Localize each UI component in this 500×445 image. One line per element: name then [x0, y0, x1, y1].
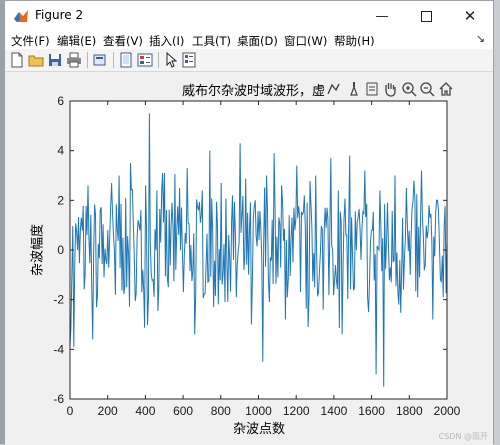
- x-tick-label: 1200: [283, 404, 310, 418]
- x-tick-label: 1400: [321, 404, 348, 418]
- x-tick-label: 200: [98, 404, 118, 418]
- y-axis-label: 杂波幅度: [30, 223, 46, 277]
- x-tick-label: 1000: [245, 404, 272, 418]
- y-tick-label: 0: [57, 243, 64, 257]
- x-axis-label: 杂波点数: [232, 422, 286, 437]
- x-tick-label: 1600: [358, 404, 385, 418]
- y-tick-label: -6: [53, 392, 64, 406]
- watermark: CSDN @雨开: [438, 432, 488, 441]
- x-tick-label: 800: [211, 404, 231, 418]
- y-tick-label: 2: [57, 193, 64, 207]
- x-tick-label: 600: [173, 404, 193, 418]
- y-tick-label: 6: [57, 94, 64, 108]
- y-tick-label: 4: [57, 144, 64, 158]
- line-chart: 0 200 400 600 800 1000 1200 1400 1600 1800 2000 -6 -…: [53, 94, 461, 418]
- y-tick-label: -4: [53, 342, 64, 356]
- x-tick-label: 0: [67, 404, 74, 418]
- x-tick-label: 2000: [434, 404, 461, 418]
- x-tick-label: 1800: [396, 404, 423, 418]
- y-tick-label: -2: [53, 293, 64, 307]
- x-tick-label: 400: [135, 404, 155, 418]
